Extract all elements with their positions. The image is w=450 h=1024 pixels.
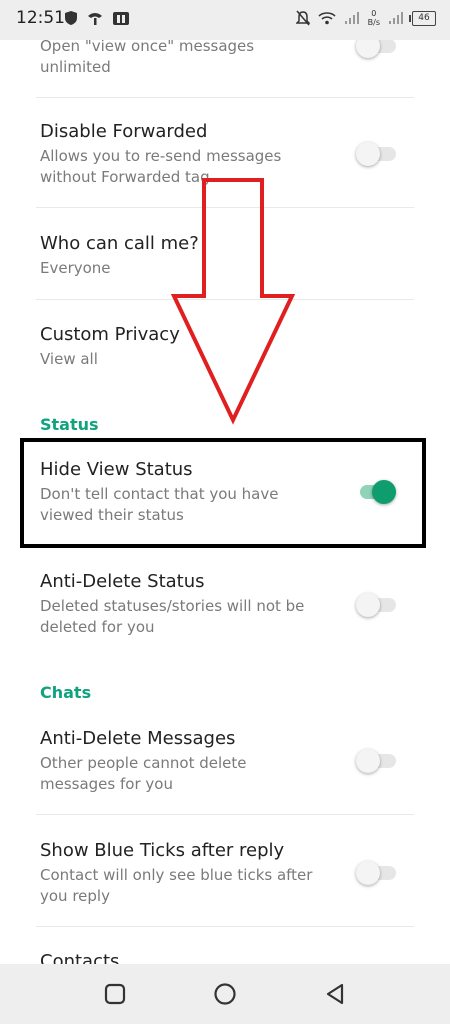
navigation-bar	[0, 964, 450, 1024]
status-time: 12:51	[16, 8, 65, 28]
setting-contacts[interactable]: Contacts	[40, 950, 414, 964]
disable-forwarded-toggle[interactable]	[356, 142, 396, 166]
status-bar: 12:51 0 B/s 46	[0, 0, 450, 40]
app-notification-icon	[113, 12, 129, 25]
home-icon[interactable]	[213, 982, 237, 1006]
highlight-box	[20, 438, 426, 548]
shield-icon	[65, 11, 77, 25]
silent-bell-icon	[295, 10, 310, 26]
divider	[36, 97, 414, 98]
section-status: Status	[40, 415, 99, 434]
blue-ticks-toggle[interactable]	[356, 861, 396, 885]
recent-apps-icon[interactable]	[103, 982, 127, 1006]
battery-icon: 46	[409, 10, 436, 26]
back-icon[interactable]	[323, 982, 347, 1006]
anti-delete-status-toggle[interactable]	[356, 593, 396, 617]
signal-icon-2	[389, 12, 403, 24]
signal-icon	[344, 12, 359, 24]
section-chats: Chats	[40, 683, 92, 702]
network-speed: 0 B/s	[367, 9, 380, 27]
down-arrow-icon	[170, 178, 296, 425]
divider	[36, 926, 414, 927]
carrier-icon	[88, 13, 102, 25]
divider	[36, 814, 414, 815]
anti-delete-messages-toggle[interactable]	[356, 749, 396, 773]
wifi-icon	[318, 12, 336, 25]
